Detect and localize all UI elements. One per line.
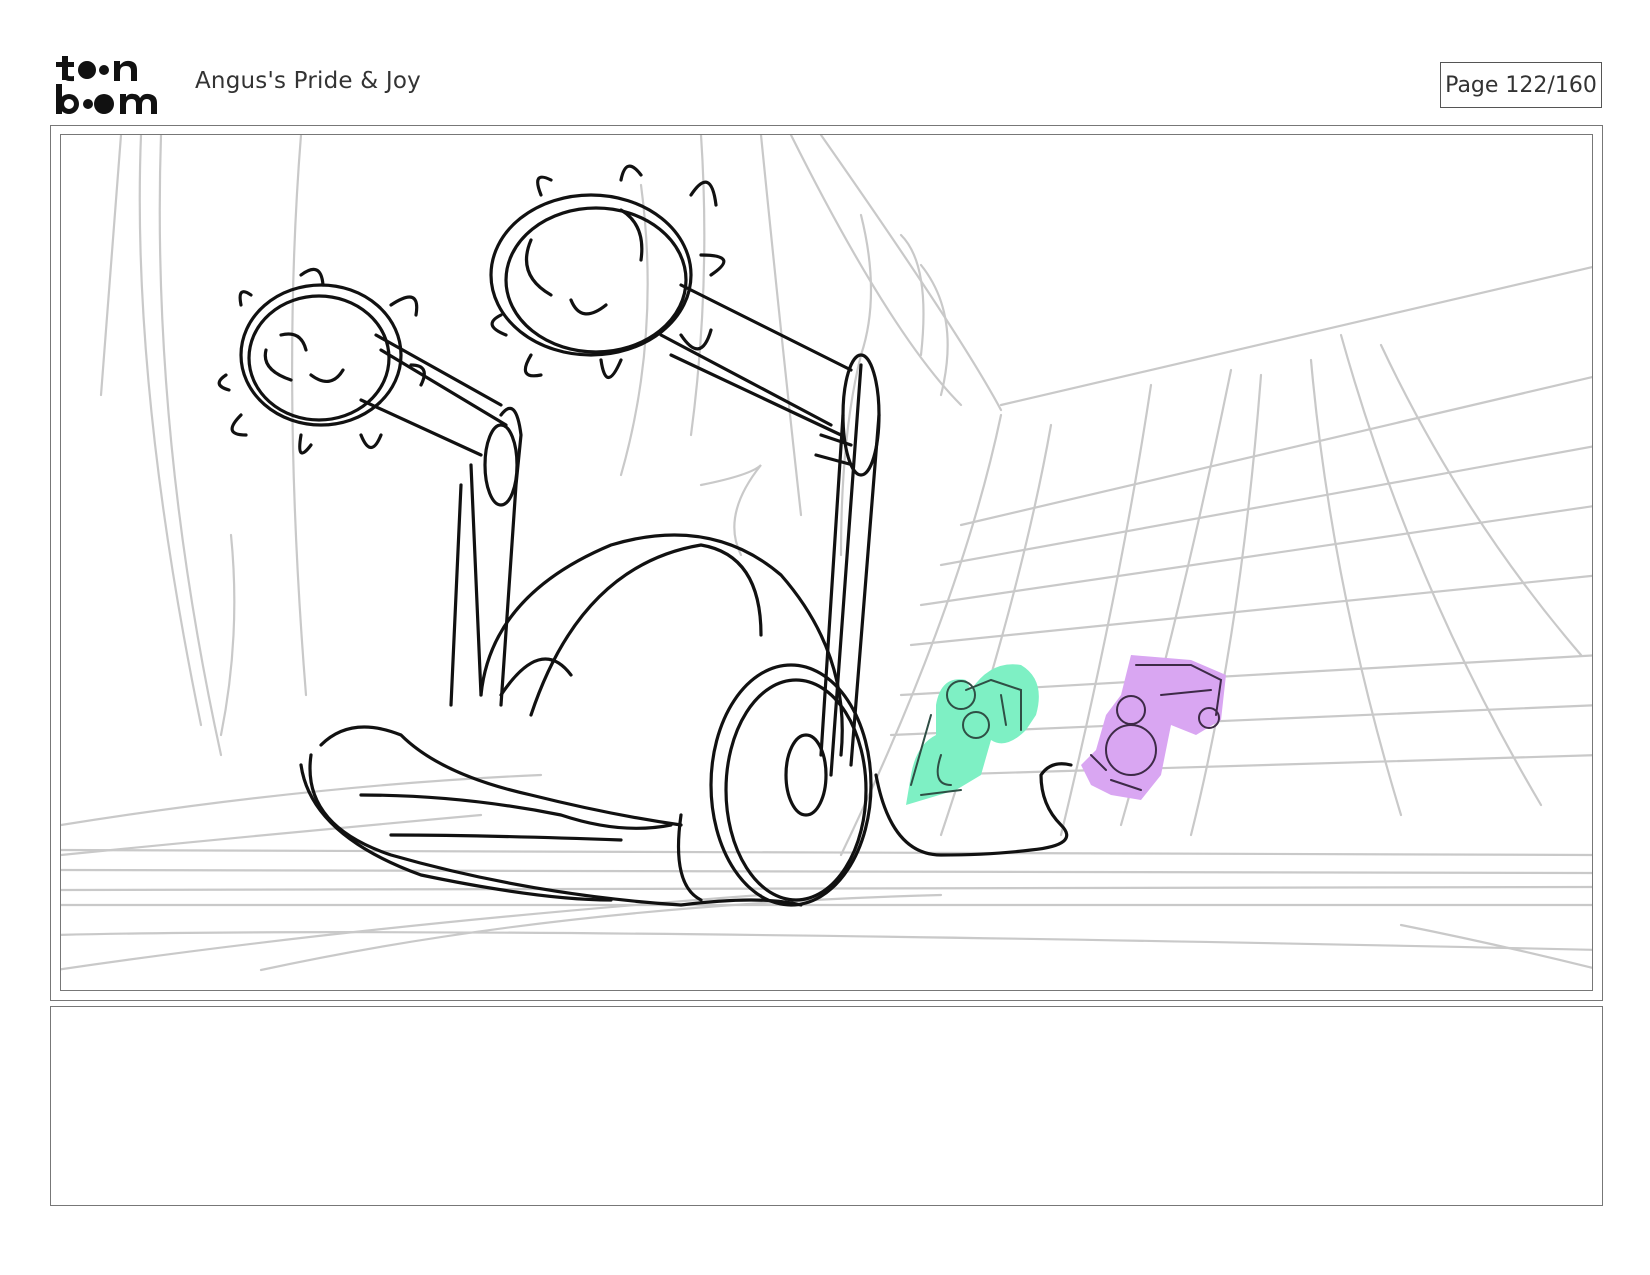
green-figure — [906, 664, 1039, 805]
page-number-box: Page 122/160 — [1440, 62, 1602, 108]
storyboard-panel — [60, 134, 1593, 991]
toon-boom-logo — [54, 54, 172, 116]
panel-sketch — [61, 135, 1592, 972]
dialogue-notes-box — [50, 1006, 1603, 1206]
background-sketch-lines — [61, 135, 1592, 972]
project-title: Angus's Pride & Joy — [195, 68, 421, 94]
machine-sketch — [217, 164, 1073, 907]
